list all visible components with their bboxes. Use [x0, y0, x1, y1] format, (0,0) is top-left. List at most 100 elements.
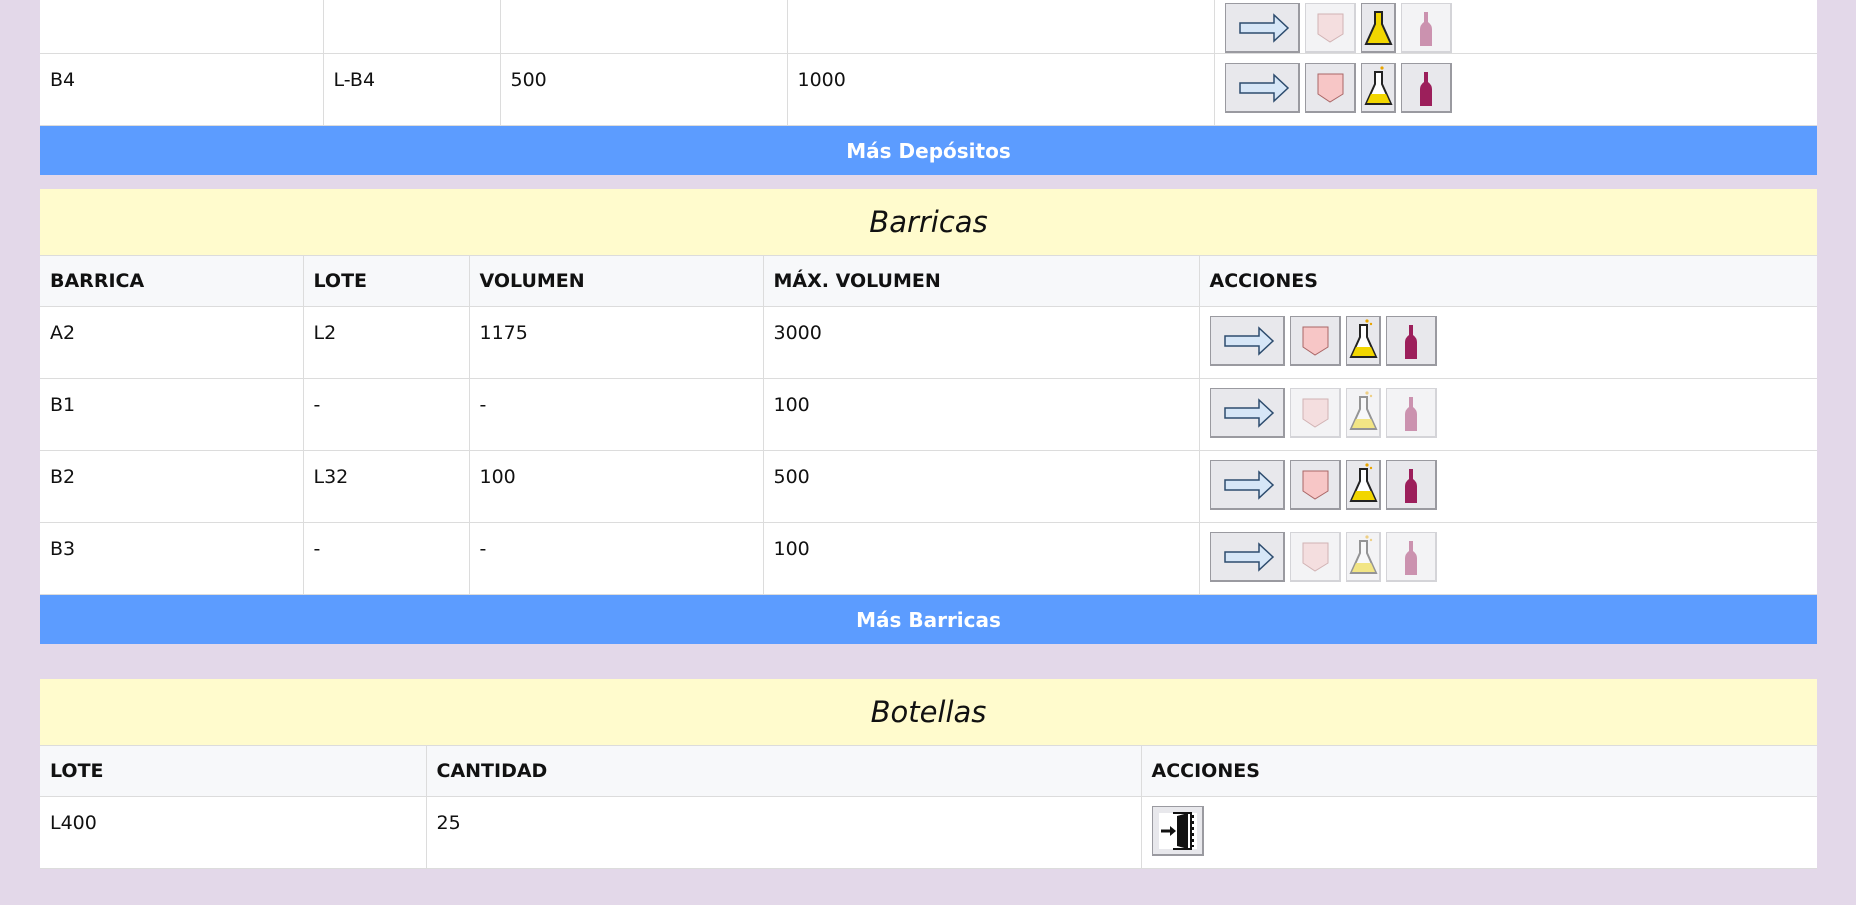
shield-icon: [1317, 73, 1343, 103]
cell-quantity: 25: [426, 796, 1142, 869]
cell-volume: 1175: [469, 306, 764, 379]
cell-lot: L2: [303, 306, 470, 379]
cell: [323, 0, 501, 54]
cell: [787, 0, 1215, 54]
column-header: BARRICA: [40, 256, 304, 307]
more-barricas-button[interactable]: Más Barricas: [40, 595, 1817, 644]
cell-lot: -: [303, 378, 470, 451]
cell-name: B4: [40, 53, 324, 126]
table-header-row: BARRICA LOTE VOLUMEN MÁX. VOLUMEN ACCION…: [40, 256, 1817, 307]
transfer-button[interactable]: [1224, 3, 1300, 53]
flask-icon: [1363, 11, 1393, 45]
bottle-button[interactable]: [1385, 532, 1437, 582]
shield-icon: [1302, 326, 1328, 356]
column-header: ACCIONES: [1199, 256, 1817, 307]
wine-bottle-icon: [1404, 541, 1417, 575]
cell-volume: -: [469, 378, 764, 451]
empty-button[interactable]: [1304, 63, 1356, 113]
analysis-button[interactable]: [1345, 316, 1381, 366]
table-row: B3- -100: [40, 522, 1817, 595]
actions-cell: [1199, 522, 1817, 595]
depositos-panel: B4 L-B4 500 1000 Más Depósitos: [40, 0, 1817, 175]
table-row: B2 L32 100 500: [40, 450, 1817, 523]
arrow-right-icon: [1223, 542, 1274, 572]
bottle-button[interactable]: [1385, 388, 1437, 438]
column-header: MÁX. VOLUMEN: [763, 256, 1200, 307]
botellas-panel: Botellas LOTE CANTIDAD ACCIONES L400 25: [40, 679, 1817, 869]
shield-icon: [1302, 398, 1328, 428]
analysis-button[interactable]: [1360, 3, 1396, 53]
flask-icon: [1348, 319, 1378, 358]
column-header: LOTE: [303, 256, 470, 307]
wine-bottle-icon: [1404, 397, 1417, 431]
table-row: L400 25: [40, 796, 1817, 869]
actions-cell: [1199, 378, 1817, 451]
transfer-button[interactable]: [1209, 460, 1285, 510]
analysis-button[interactable]: [1345, 388, 1381, 438]
transfer-button[interactable]: [1209, 388, 1285, 438]
column-header: ACCIONES: [1141, 746, 1817, 797]
section-title: Botellas: [40, 679, 1817, 746]
analysis-button[interactable]: [1345, 532, 1381, 582]
column-header: VOLUMEN: [469, 256, 764, 307]
cell-max: 1000: [787, 53, 1215, 126]
bottle-button[interactable]: [1385, 316, 1437, 366]
bottle-button[interactable]: [1400, 3, 1452, 53]
cell-lot: L-B4: [323, 53, 501, 126]
cell: [40, 0, 324, 54]
empty-button[interactable]: [1289, 532, 1341, 582]
wine-bottle-icon: [1419, 12, 1432, 46]
cell-lot: -: [303, 522, 470, 595]
actions-cell: [1214, 0, 1817, 54]
transfer-button[interactable]: [1209, 532, 1285, 582]
wine-bottle-icon: [1419, 72, 1432, 106]
arrow-right-icon: [1223, 398, 1274, 428]
cell-name: B3: [40, 522, 304, 595]
barricas-table: BARRICA LOTE VOLUMEN MÁX. VOLUMEN ACCION…: [40, 256, 1817, 595]
cell-max: 100: [763, 522, 1200, 595]
wine-bottle-icon: [1404, 469, 1417, 503]
empty-button[interactable]: [1304, 3, 1356, 53]
flask-icon: [1348, 391, 1378, 430]
column-header: LOTE: [40, 746, 427, 797]
more-depositos-button[interactable]: Más Depósitos: [40, 126, 1817, 175]
cell-name: A2: [40, 306, 304, 379]
cell-volume: 100: [469, 450, 764, 523]
botellas-table: LOTE CANTIDAD ACCIONES L400 25: [40, 746, 1817, 869]
empty-button[interactable]: [1289, 460, 1341, 510]
depositos-table: B4 L-B4 500 1000: [40, 0, 1817, 126]
analysis-button[interactable]: [1345, 460, 1381, 510]
empty-button[interactable]: [1289, 316, 1341, 366]
wine-bottle-icon: [1404, 325, 1417, 359]
empty-button[interactable]: [1289, 388, 1341, 438]
flask-icon: [1348, 535, 1378, 574]
door-exit-icon: [1158, 812, 1197, 850]
bottle-button[interactable]: [1385, 460, 1437, 510]
table-row: B1- -100: [40, 378, 1817, 451]
barricas-panel: Barricas BARRICA LOTE VOLUMEN MÁX. VOLUM…: [40, 189, 1817, 644]
cell-lot: L32: [303, 450, 470, 523]
cell-max: 3000: [763, 306, 1200, 379]
flask-icon: [1363, 66, 1393, 105]
table-row: [40, 0, 1817, 54]
cell-name: B1: [40, 378, 304, 451]
shield-icon: [1302, 470, 1328, 500]
cell-lot: L400: [40, 796, 427, 869]
table-row: A2 L2 1175 3000: [40, 306, 1817, 379]
cell-volume: -: [469, 522, 764, 595]
flask-icon: [1348, 463, 1378, 502]
arrow-right-icon: [1238, 73, 1289, 103]
actions-cell: [1199, 450, 1817, 523]
arrow-right-icon: [1223, 470, 1274, 500]
cell-name: B2: [40, 450, 304, 523]
arrow-right-icon: [1223, 326, 1274, 356]
section-title: Barricas: [40, 189, 1817, 256]
transfer-button[interactable]: [1209, 316, 1285, 366]
cell-max: 500: [763, 450, 1200, 523]
exit-button[interactable]: [1151, 806, 1204, 856]
bottle-button[interactable]: [1400, 63, 1452, 113]
analysis-button[interactable]: [1360, 63, 1396, 113]
transfer-button[interactable]: [1224, 63, 1300, 113]
cell-volume: 500: [500, 53, 788, 126]
cell: [500, 0, 788, 54]
